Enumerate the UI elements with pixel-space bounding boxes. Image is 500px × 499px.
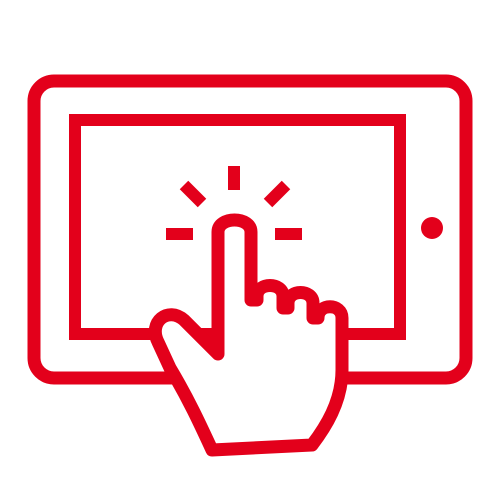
tablet-tap-icon — [27, 74, 473, 457]
burst-ray-upper-left — [179, 180, 207, 208]
home-button-icon — [421, 217, 443, 239]
icon-canvas — [0, 0, 500, 499]
burst-ray-upper-right — [263, 180, 291, 208]
pointing-hand-icon — [148, 213, 349, 457]
